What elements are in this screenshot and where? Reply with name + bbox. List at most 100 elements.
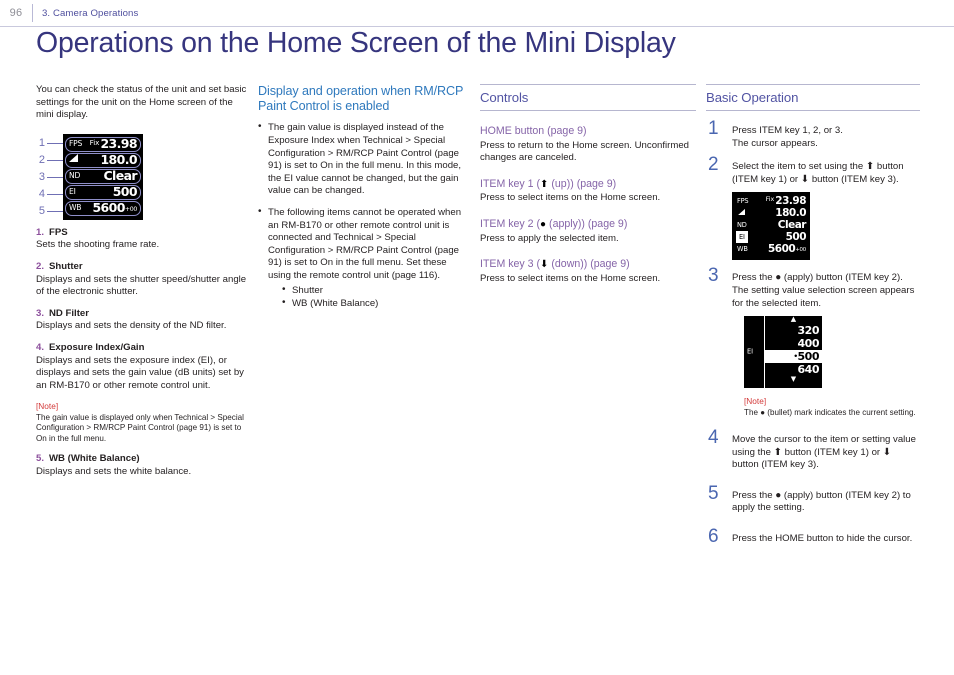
display-row-wb-value: 5600 (92, 199, 125, 215)
definition-item-exposure-index-title: 4. Exposure Index/Gain (36, 342, 248, 355)
definition-item-shutter-body: Displays and sets the shutter speed/shut… (36, 273, 247, 298)
control-entry-item-key-2-title-post: (apply)) (page 9) (546, 217, 628, 230)
value-selection-list: ▲ 320 400 •500 640 ▼ (765, 316, 822, 388)
definition-item-white-balance-number: 5. (36, 453, 45, 465)
rmrcp-sub-bullet-list: Shutter WB (White Balance) (268, 284, 470, 311)
control-entry-item-key-1-title-pre: ITEM key 1 ( (480, 177, 541, 190)
value-option-320: 320 (797, 324, 820, 338)
fig2-row-nd-value: Clear (777, 219, 807, 232)
definition-item-fps-label: FPS (49, 226, 68, 238)
display-row-fps-prefix: Fix (89, 138, 100, 148)
display-row-shutter-value: 180.0 (100, 151, 137, 167)
intro-paragraph: You can check the status of the unit and… (36, 84, 247, 121)
rmrcp-bullet-2: The following items cannot be operated w… (258, 206, 470, 311)
definition-item-white-balance: 5. WB (White Balance) Displays and sets t… (36, 453, 248, 478)
step-3-number: 3 (708, 265, 719, 287)
overview-note-body: The gain value is displayed only when Te… (36, 412, 244, 443)
overview-definition-list: 1. FPS Sets the shooting frame rate. 2. Sh… (36, 227, 248, 478)
column-rmrcp: Display and operation when RM/RCP Paint … (258, 84, 470, 320)
display-row-wb: WB 5600 +00 (65, 199, 141, 216)
step-4-number: 4 (708, 427, 719, 449)
callout-1: 1 (36, 135, 64, 152)
display-row-wb-offset: +00 (124, 205, 137, 213)
control-entry-item-key-1-title-post: (up)) (page 9) (548, 177, 617, 190)
fig2-row-nd: ND Clear (735, 219, 807, 231)
definition-item-exposure-index-number: 4. (36, 341, 45, 353)
control-entry-item-key-3-title: ITEM key 3 (⬇ (down)) (page 9) (480, 258, 696, 272)
step-1-number: 1 (708, 118, 719, 139)
control-entry-home-button-title-text: HOME button (page 9) (480, 125, 587, 137)
rmrcp-sub-bullet-white-balance: WB (White Balance) (282, 297, 470, 311)
step-3-text: Press the ● (apply) button (ITEM key 2).… (732, 272, 920, 310)
fig2-row-fps: FPS Fix 23.98 (735, 195, 807, 207)
definition-item-exposure-index-body: Displays and sets the exposure index (EI… (36, 354, 244, 391)
fig2-row-wb-offset: +00 (795, 247, 806, 254)
down-arrow-icon: ⬇ (800, 173, 810, 185)
step-5-text-a: Press the (732, 489, 776, 501)
column-controls: Controls HOME button (page 9) Press to r… (480, 84, 696, 298)
page-number: 96 (9, 7, 23, 19)
step-4: 4 Move the cursor to the item or setting… (706, 428, 920, 472)
rmrcp-bullet-2-text: The following items cannot be operated w… (268, 206, 462, 281)
display-row-fps: FPS Fix 23.98 (65, 136, 141, 152)
mini-display-callout-figure: 1 2 3 4 5 FPS Fix 23.98 180.0 ND Clear E… (36, 131, 248, 223)
callout-1-leader-line (47, 142, 64, 144)
up-arrow-icon: ⬆ (773, 446, 782, 458)
display-row-ei-label: EI (69, 186, 76, 196)
callout-5: 5 (36, 203, 64, 220)
definition-item-white-balance-label: WB (White Balance) (49, 453, 140, 465)
step-3-note-label: [Note] (744, 396, 767, 407)
value-option-500-current: •500 (765, 350, 822, 364)
control-entry-item-key-1-title: ITEM key 1 (⬆ (up)) (page 9) (480, 178, 696, 192)
control-entry-item-key-2-title: ITEM key 2 (● (apply)) (page 9) (480, 218, 696, 232)
running-header: 96 3. Camera Operations (0, 0, 954, 26)
step-5-number: 5 (708, 482, 719, 504)
fig2-row-shutter: 180.0 (735, 207, 807, 219)
step-2: 2 Select the item to set using the ⬆ but… (706, 155, 920, 261)
control-entry-home-button-desc: Press to return to the Home screen. Unco… (480, 139, 690, 164)
display-row-ei-value: 500 (112, 183, 138, 199)
control-entry-item-key-3-desc: Press to select items on the Home screen… (480, 272, 661, 284)
callout-3-leader-line (47, 176, 64, 178)
shutter-angle-icon (69, 153, 78, 167)
control-entry-item-key-3-title-post: (down)) (page 9) (548, 258, 630, 271)
chapter-title: 3. Camera Operations (42, 7, 139, 19)
value-option-400: 400 (797, 337, 820, 351)
callout-3: 3 (36, 169, 64, 186)
fig2-row-ei-selected: EI 500 (735, 231, 807, 244)
control-entry-item-key-2: ITEM key 2 (● (apply)) (page 9) Press to… (480, 218, 696, 245)
value-selection-item-label: EI (747, 347, 754, 356)
mini-display-cursor-figure: FPS Fix 23.98 180.0 ND Clear EI 500 WB 5… (732, 192, 810, 261)
fig2-row-fps-label: FPS (737, 197, 749, 206)
rmrcp-bullet-list: The gain value is displayed instead of t… (258, 121, 470, 311)
overview-note: [Note] The gain value is displayed only … (36, 401, 248, 444)
display-row-shutter: 180.0 (65, 151, 141, 168)
step-3-text-a: Press the (732, 272, 776, 284)
control-entry-item-key-2-desc: Press to apply the selected item. (480, 232, 619, 244)
step-6-text: Press the HOME button to hide the cursor… (732, 533, 913, 545)
step-6: 6 Press the HOME button to hide the curs… (706, 527, 920, 546)
fig2-row-wb-label: WB (737, 245, 748, 254)
fig2-row-fps-value: 23.98 (775, 195, 806, 208)
step-2-number: 2 (708, 154, 719, 176)
display-row-nd-value: Clear (103, 167, 137, 183)
step-1-text: Press ITEM key 1, 2, or 3. The cursor ap… (732, 125, 843, 149)
control-entry-item-key-3-title-pre: ITEM key 3 ( (480, 258, 541, 271)
definition-item-nd-filter-number: 3. (36, 307, 45, 319)
control-entry-home-button-title: HOME button (page 9) (480, 125, 696, 139)
definition-item-nd-filter-title: 3. ND Filter (36, 308, 248, 321)
step-2-text: Select the item to set using the ⬆ butto… (732, 161, 920, 186)
display-row-wb-label: WB (69, 202, 82, 212)
value-selection-side-label-area: EI (744, 316, 765, 389)
definition-item-shutter-title: 2. Shutter (36, 261, 248, 274)
callout-4-leader-line (47, 193, 64, 195)
rmrcp-sub-bullet-shutter: Shutter (282, 284, 470, 298)
definition-item-nd-filter-label: ND Filter (49, 307, 89, 319)
definition-item-fps: 1. FPS Sets the shooting frame rate. (36, 227, 248, 252)
rmrcp-heading: Display and operation when RM/RCP Paint … (258, 84, 464, 114)
mini-display-screen: FPS Fix 23.98 180.0 ND Clear EI 500 WB 5… (63, 133, 143, 220)
definition-item-fps-number: 1. (36, 226, 45, 238)
step-3-note-body: The ● (bullet) mark indicates the curren… (744, 408, 920, 418)
control-entry-item-key-1: ITEM key 1 (⬆ (up)) (page 9) Press to se… (480, 178, 696, 205)
definition-item-shutter-label: Shutter (49, 260, 83, 272)
